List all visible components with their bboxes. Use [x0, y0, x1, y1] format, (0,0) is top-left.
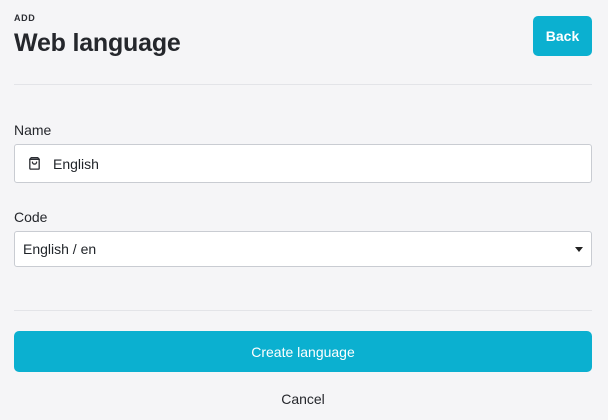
- shopping-bag-icon: [29, 157, 40, 170]
- create-language-button[interactable]: Create language: [14, 331, 592, 372]
- page-header: ADD Web language Back: [14, 0, 592, 85]
- name-field[interactable]: [14, 144, 592, 183]
- name-label: Name: [14, 122, 52, 138]
- code-select[interactable]: English / en: [14, 231, 592, 267]
- cancel-link[interactable]: Cancel: [14, 391, 592, 407]
- code-label: Code: [14, 209, 48, 225]
- code-select-value: English / en: [23, 241, 97, 257]
- page-eyebrow: ADD: [14, 13, 36, 23]
- caret-down-icon: [575, 247, 583, 252]
- page-title: Web language: [14, 29, 181, 57]
- page: ADD Web language Back Name Code English …: [0, 0, 608, 420]
- name-input[interactable]: [53, 145, 583, 182]
- language-form: Name Code English / en: [14, 85, 592, 311]
- back-button[interactable]: Back: [533, 16, 592, 56]
